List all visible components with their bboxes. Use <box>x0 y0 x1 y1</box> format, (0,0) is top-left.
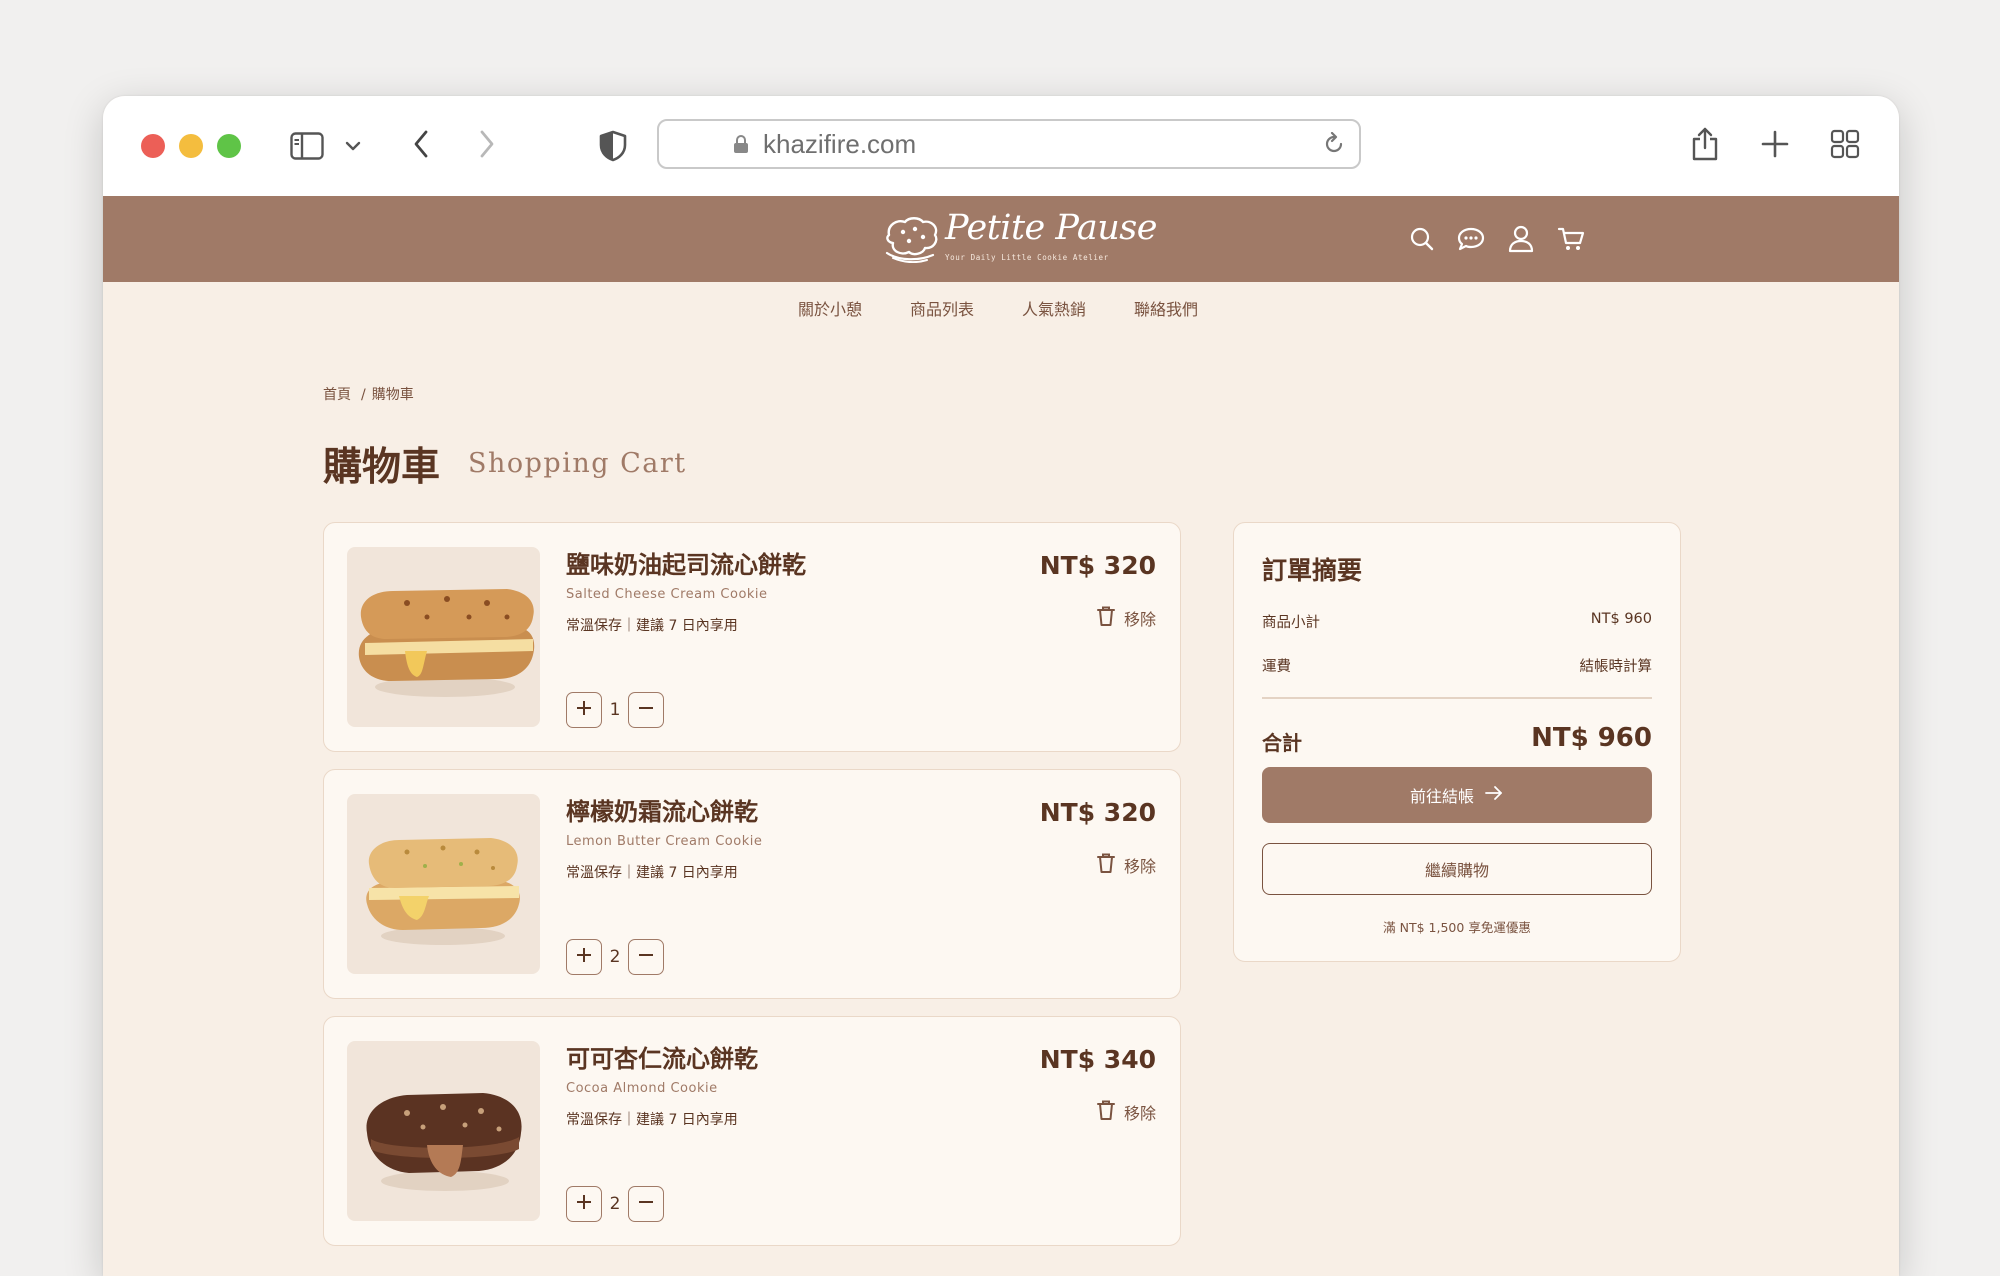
subtotal-value: NT$ 960 <box>1590 611 1652 627</box>
product-name: 鹽味奶油起司流心餅乾 <box>566 551 806 579</box>
plus-icon <box>575 946 593 968</box>
quantity-value: 1 <box>609 700 621 720</box>
minus-icon <box>637 946 655 968</box>
subtotal-label: 商品小計 <box>1262 615 1320 631</box>
plus-icon <box>575 699 593 721</box>
tab-overview-icon[interactable] <box>1829 128 1861 160</box>
shipping-label: 運費 <box>1262 659 1291 675</box>
decrease-quantity-button[interactable] <box>628 1186 664 1222</box>
quantity-stepper: 2 <box>566 938 664 976</box>
continue-shopping-button[interactable]: 繼續購物 <box>1262 843 1652 895</box>
browser-window: khazifire.com Petite Pause Your Daily Li… <box>103 96 1899 1276</box>
breadcrumb-current: 購物車 <box>371 387 414 403</box>
remove-button[interactable]: 移除 <box>1096 605 1156 631</box>
brand-tagline: Your Daily Little Cookie Atelier <box>945 253 1109 262</box>
arrow-right-icon <box>1484 785 1504 805</box>
quantity-value: 2 <box>609 1194 621 1214</box>
shipping-value: 結帳時計算 <box>1579 659 1653 675</box>
lock-icon <box>731 133 751 155</box>
url-text: khazifire.com <box>763 129 917 159</box>
nav-item-products[interactable]: 商品列表 <box>910 296 974 320</box>
product-price: NT$ 320 <box>1039 798 1156 827</box>
checkout-button[interactable]: 前往結帳 <box>1262 767 1652 823</box>
increase-quantity-button[interactable] <box>566 692 602 728</box>
plus-icon <box>575 1193 593 1215</box>
breadcrumb-separator: / <box>361 387 366 403</box>
quantity-stepper: 2 <box>566 1185 664 1223</box>
summary-title: 訂單摘要 <box>1262 556 1363 585</box>
shipping-row: 運費 結帳時計算 <box>1262 655 1652 676</box>
product-name: 可可杏仁流心餅乾 <box>566 1045 758 1073</box>
cart-item: 鹽味奶油起司流心餅乾 Salted Cheese Cream Cookie 常溫… <box>323 522 1181 752</box>
decrease-quantity-button[interactable] <box>628 692 664 728</box>
product-note: 常溫保存｜建議 7 日內享用 <box>566 1112 738 1128</box>
remove-label: 移除 <box>1123 857 1156 876</box>
trash-icon <box>1096 852 1116 878</box>
shield-icon[interactable] <box>596 128 630 164</box>
free-shipping-note: 滿 NT$ 1,500 享免運優惠 <box>1383 920 1531 935</box>
share-icon[interactable] <box>1687 124 1723 164</box>
minus-icon <box>637 699 655 721</box>
decrease-quantity-button[interactable] <box>628 939 664 975</box>
zoom-window-button[interactable] <box>217 134 241 158</box>
breadcrumb-home[interactable]: 首頁 <box>323 387 351 403</box>
nav-item-bestsellers[interactable]: 人氣熱銷 <box>1022 296 1086 320</box>
forward-icon[interactable] <box>469 126 505 162</box>
page-title: 購物車 <box>323 445 441 490</box>
product-note: 常溫保存｜建議 7 日內享用 <box>566 865 738 881</box>
remove-button[interactable]: 移除 <box>1096 852 1156 878</box>
reload-icon[interactable] <box>1321 131 1347 157</box>
cart-icon[interactable] <box>1556 224 1586 254</box>
increase-quantity-button[interactable] <box>566 1186 602 1222</box>
product-image-salted-cheese <box>347 547 540 727</box>
site-header: Petite Pause Your Daily Little Cookie At… <box>103 196 1899 282</box>
chat-icon[interactable] <box>1456 224 1486 254</box>
cart-item: 檸檬奶霜流心餅乾 Lemon Butter Cream Cookie 常溫保存｜… <box>323 769 1181 999</box>
product-price: NT$ 320 <box>1039 551 1156 580</box>
total-label: 合計 <box>1262 731 1302 755</box>
cookie-logo-icon <box>883 214 941 264</box>
user-icon[interactable] <box>1506 224 1536 254</box>
product-name-en: Lemon Butter Cream Cookie <box>566 834 763 849</box>
order-summary: 訂單摘要 商品小計 NT$ 960 運費 結帳時計算 合計 NT$ 960 前往… <box>1233 522 1681 962</box>
summary-divider <box>1262 697 1652 699</box>
product-price: NT$ 340 <box>1039 1045 1156 1074</box>
minimize-window-button[interactable] <box>179 134 203 158</box>
subtotal-row: 商品小計 NT$ 960 <box>1262 611 1652 632</box>
product-image-cocoa-almond <box>347 1041 540 1221</box>
increase-quantity-button[interactable] <box>566 939 602 975</box>
new-tab-icon[interactable] <box>1759 128 1791 160</box>
sidebar-icon[interactable] <box>289 128 325 164</box>
remove-label: 移除 <box>1123 610 1156 629</box>
continue-label: 繼續購物 <box>1424 861 1489 880</box>
browser-toolbar: khazifire.com <box>103 96 1899 196</box>
chevron-down-icon[interactable] <box>339 132 367 160</box>
trash-icon <box>1096 605 1116 631</box>
product-name: 檸檬奶霜流心餅乾 <box>566 798 758 826</box>
back-icon[interactable] <box>403 126 439 162</box>
nav-item-contact[interactable]: 聯絡我們 <box>1134 296 1198 320</box>
remove-label: 移除 <box>1123 1104 1156 1123</box>
cart-item: 可可杏仁流心餅乾 Cocoa Almond Cookie 常溫保存｜建議 7 日… <box>323 1016 1181 1246</box>
product-name-en: Cocoa Almond Cookie <box>566 1081 718 1096</box>
breadcrumb: 首頁 / 購物車 <box>323 384 414 404</box>
total-value: NT$ 960 <box>1531 723 1652 753</box>
close-window-button[interactable] <box>141 134 165 158</box>
product-image-lemon-butter <box>347 794 540 974</box>
minus-icon <box>637 1193 655 1215</box>
quantity-value: 2 <box>609 947 621 967</box>
product-note: 常溫保存｜建議 7 日內享用 <box>566 618 738 634</box>
remove-button[interactable]: 移除 <box>1096 1099 1156 1125</box>
brand-name: Petite Pause <box>945 208 1157 248</box>
quantity-stepper: 1 <box>566 691 664 729</box>
main-nav: 關於小憩 商品列表 人氣熱銷 聯絡我們 <box>103 296 1899 326</box>
product-name-en: Salted Cheese Cream Cookie <box>566 587 768 602</box>
nav-item-about[interactable]: 關於小憩 <box>798 296 862 320</box>
page-subtitle: Shopping Cart <box>468 448 687 479</box>
checkout-label: 前往結帳 <box>1409 787 1474 806</box>
address-bar[interactable]: khazifire.com <box>657 119 1361 169</box>
brand-logo[interactable]: Petite Pause Your Daily Little Cookie At… <box>883 208 1157 270</box>
trash-icon <box>1096 1099 1116 1125</box>
search-icon[interactable] <box>1407 224 1437 254</box>
